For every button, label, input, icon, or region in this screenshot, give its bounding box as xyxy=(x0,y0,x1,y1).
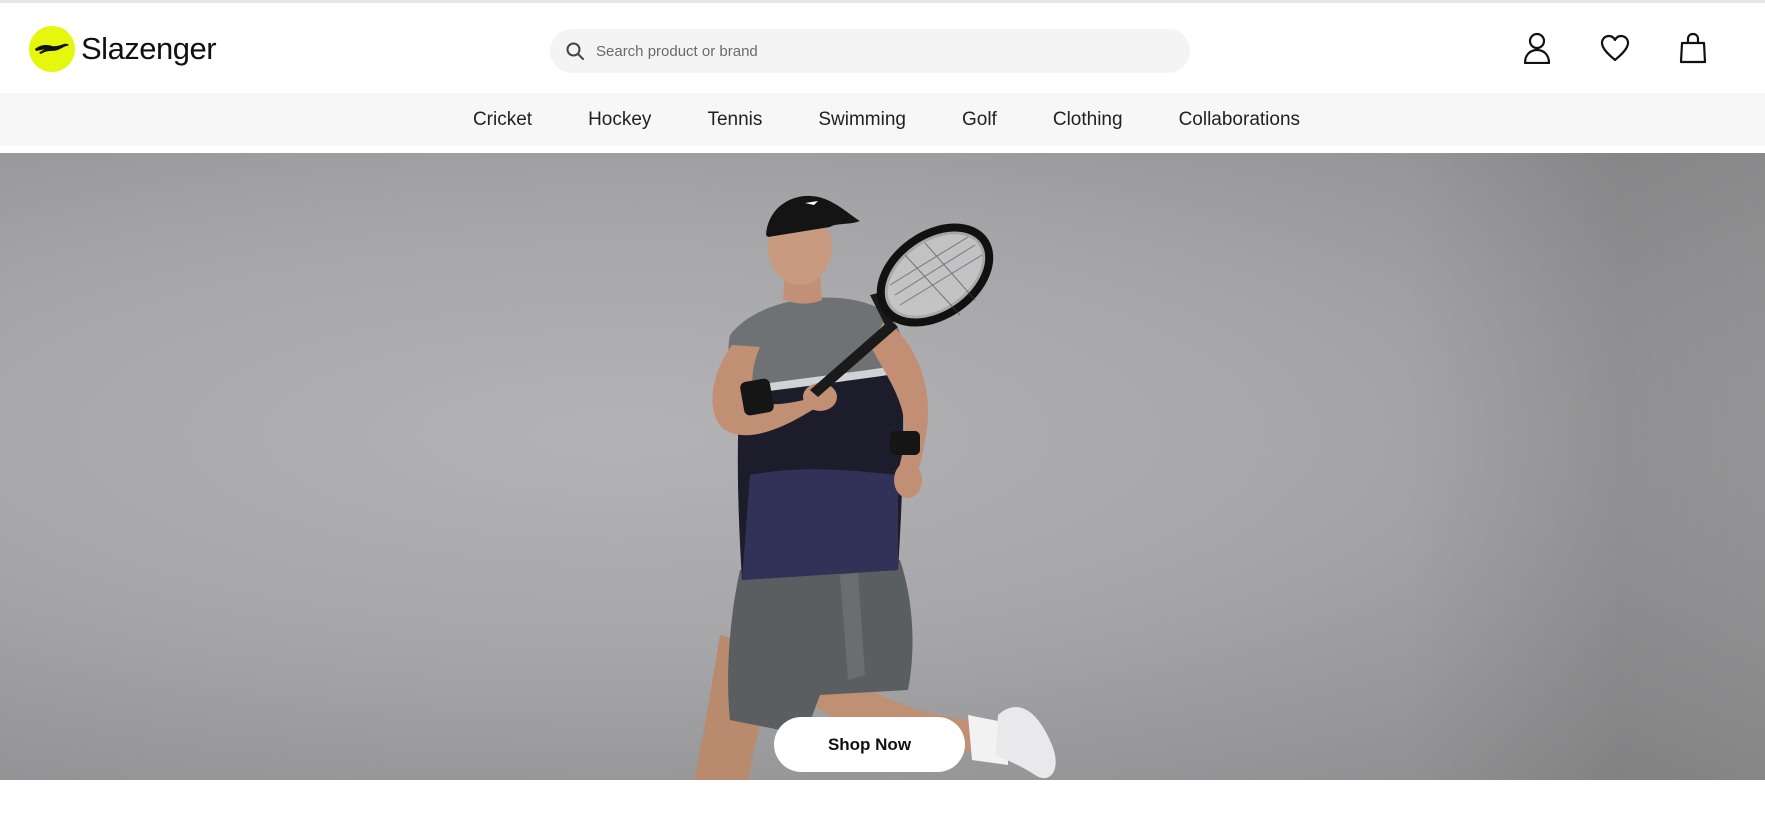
nav-item-golf[interactable]: Golf xyxy=(962,109,997,131)
shop-now-button[interactable]: Shop Now xyxy=(774,717,965,772)
panther-logo-icon xyxy=(29,26,75,72)
nav-item-hockey[interactable]: Hockey xyxy=(588,109,651,131)
header-actions xyxy=(1521,31,1709,65)
search-bar[interactable] xyxy=(550,29,1190,73)
nav-item-collaborations[interactable]: Collaborations xyxy=(1179,109,1300,131)
nav-item-clothing[interactable]: Clothing xyxy=(1053,109,1123,131)
nav-item-tennis[interactable]: Tennis xyxy=(707,109,762,131)
tennis-player-photo xyxy=(694,195,1056,780)
account-icon[interactable] xyxy=(1521,31,1553,65)
hero-banner[interactable]: Shop Now xyxy=(0,153,1765,780)
nav-item-swimming[interactable]: Swimming xyxy=(818,109,906,131)
nav-item-cricket[interactable]: Cricket xyxy=(473,109,532,131)
shopping-bag-icon[interactable] xyxy=(1677,31,1709,65)
search-input[interactable] xyxy=(594,41,1158,61)
wishlist-heart-icon[interactable] xyxy=(1599,31,1631,65)
hero-shadow xyxy=(1405,153,1765,780)
spacer xyxy=(0,146,1765,153)
brand-name: Slazenger xyxy=(81,31,217,66)
category-nav: Cricket Hockey Tennis Swimming Golf Clot… xyxy=(0,93,1765,146)
search-icon[interactable] xyxy=(564,40,586,62)
brand-logo[interactable]: Slazenger xyxy=(29,26,217,72)
site-header: Slazenger xyxy=(0,3,1765,93)
